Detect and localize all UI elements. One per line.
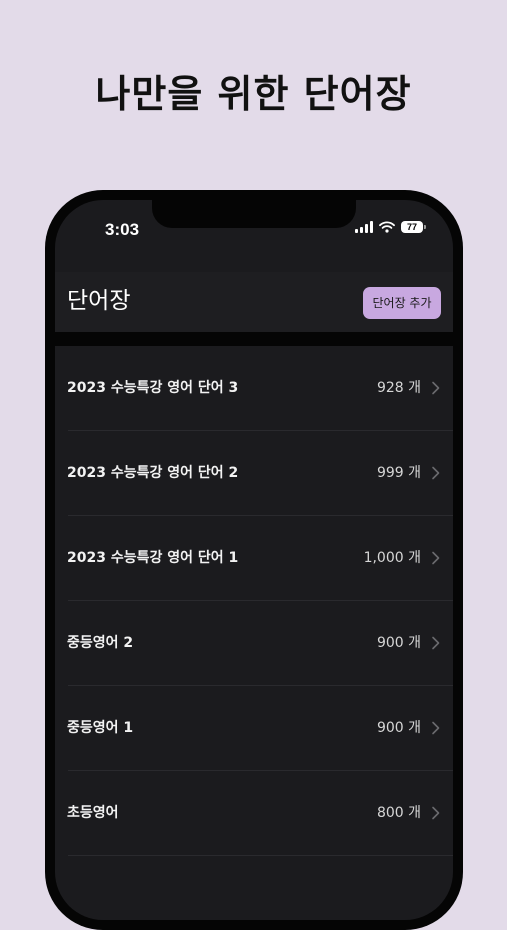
battery-icon: 77 — [401, 221, 426, 233]
phone-screen: 3:03 77 단어장 단어장 추가 2023 수능특강 영어 단어 3 928… — [55, 200, 453, 920]
list-item-count: 800 개 — [376, 805, 421, 821]
list-item-name: 2023 수능특강 영어 단어 1 — [67, 550, 239, 566]
list-item-name: 중등영어 1 — [67, 720, 134, 736]
chevron-right-icon — [432, 721, 440, 735]
chevron-right-icon — [432, 381, 440, 395]
list-item-count: 928 개 — [376, 380, 421, 396]
add-vocab-list-button[interactable]: 단어장 추가 — [363, 287, 441, 319]
list-item[interactable]: 초등영어 800 개 — [55, 771, 453, 856]
list-item[interactable]: 2023 수능특강 영어 단어 1 1,000 개 — [55, 516, 453, 601]
chevron-right-icon — [432, 551, 440, 565]
phone-frame: 3:03 77 단어장 단어장 추가 2023 수능특강 영어 단어 3 928… — [45, 190, 463, 930]
list-item-count: 999 개 — [376, 465, 421, 481]
list-item-count: 900 개 — [376, 720, 421, 736]
list-item-count: 900 개 — [376, 635, 421, 651]
chevron-right-icon — [432, 636, 440, 650]
list-item[interactable]: 중등영어 2 900 개 — [55, 601, 453, 686]
wifi-icon — [379, 221, 395, 233]
status-time: 3:03 — [105, 220, 140, 239]
navigation-bar: 단어장 단어장 추가 — [55, 272, 453, 332]
list-item-count: 1,000 개 — [363, 550, 421, 566]
section-divider — [55, 332, 453, 346]
list-item-name: 초등영어 — [67, 805, 119, 821]
vocab-list: 2023 수능특강 영어 단어 3 928 개 2023 수능특강 영어 단어 … — [55, 346, 453, 856]
list-item-name: 2023 수능특강 영어 단어 2 — [67, 465, 239, 481]
chevron-right-icon — [432, 466, 440, 480]
list-item-name: 중등영어 2 — [67, 635, 134, 651]
list-item[interactable]: 2023 수능특강 영어 단어 3 928 개 — [55, 346, 453, 431]
cellular-signal-icon — [355, 221, 373, 233]
list-item[interactable]: 2023 수능특강 영어 단어 2 999 개 — [55, 431, 453, 516]
page-title: 단어장 — [67, 288, 131, 314]
list-item-name: 2023 수능특강 영어 단어 3 — [67, 380, 239, 396]
chevron-right-icon — [432, 806, 440, 820]
phone-notch — [152, 200, 356, 228]
list-item[interactable]: 중등영어 1 900 개 — [55, 686, 453, 771]
promo-headline: 나만을 위한 단어장 — [95, 72, 412, 116]
status-icons: 77 — [355, 221, 426, 233]
